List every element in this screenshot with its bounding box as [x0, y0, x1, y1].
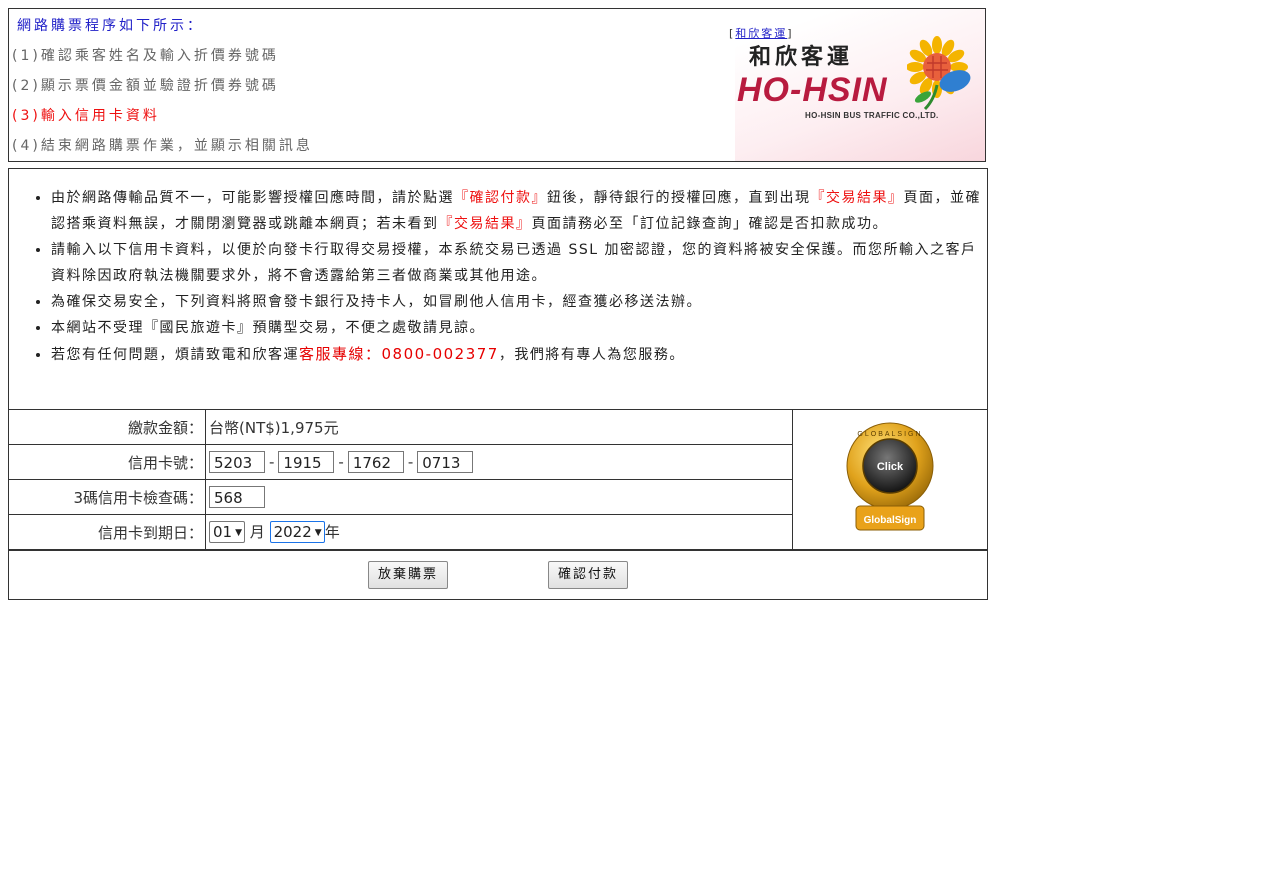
- chevron-down-icon: ▼: [314, 528, 322, 539]
- card-number-part-4[interactable]: 0713: [417, 451, 474, 473]
- amount-row: 繳款金額： 台幣(NT$)1,975元 GLOBALSIGN Click Glo…: [9, 409, 987, 550]
- seal-ring-text: GLOBALSIGN: [857, 431, 922, 438]
- payment-table: 繳款金額： 台幣(NT$)1,975元 GLOBALSIGN Click Glo…: [9, 409, 987, 550]
- year-unit: 年: [324, 522, 340, 541]
- card-number-label: 信用卡號：: [9, 444, 206, 480]
- amount-label: 繳款金額：: [9, 409, 206, 445]
- amount-value: 台幣(NT$)1,975元: [205, 409, 793, 445]
- notice-fraud: 為確保交易安全，下列資料將照會發卡銀行及持卡人，如冒刷他人信用卡，經查獲必移送法…: [51, 289, 983, 315]
- notice-travel-card: 本網站不受理『國民旅遊卡』預購型交易，不便之處敬請見諒。: [51, 315, 983, 341]
- seal-brand-text: GlobalSign: [864, 515, 917, 526]
- step-3-current: (3)輸入信用卡資料: [12, 108, 160, 124]
- company-logo: [和欣客運] 和欣客運 HO-HSIN HO-HSIN BUS TRAFFIC …: [729, 9, 985, 161]
- globalsign-seal-icon[interactable]: GLOBALSIGN Click GlobalSign: [842, 422, 938, 534]
- notice-list: 由於網路傳輸品質不一，可能影響授權回應時間，請於點選『確認付款』鈕後，靜待銀行的…: [9, 185, 983, 368]
- step-1: (1)確認乘客姓名及輸入折價券號碼: [12, 48, 279, 64]
- cvv-input[interactable]: 568: [209, 486, 265, 508]
- card-number-part-3[interactable]: 1762: [347, 451, 404, 473]
- action-buttons: 放棄購票 確認付款: [9, 550, 987, 601]
- cancel-purchase-button[interactable]: 放棄購票: [368, 561, 448, 589]
- sunflower-icon: [907, 36, 971, 111]
- step-4: (4)結束網路購票作業，並顯示相關訊息: [12, 138, 313, 154]
- security-seal-cell: GLOBALSIGN Click GlobalSign: [792, 409, 987, 550]
- notice-hotline: 若您有任何問題，煩請致電和欣客運客服專線：0800-002377，我們將有專人為…: [51, 341, 983, 368]
- purchase-steps: 網路購票程序如下所示： (1)確認乘客姓名及輸入折價券號碼 (2)顯示票價金額並…: [12, 15, 313, 161]
- logo-name-zh: 和欣客運: [749, 44, 854, 70]
- logo-name-en: HO-HSIN: [737, 71, 888, 109]
- chevron-down-icon: ▼: [235, 528, 243, 539]
- steps-title: 網路購票程序如下所示：: [17, 18, 204, 34]
- notice-auth-wait: 由於網路傳輸品質不一，可能影響授權回應時間，請於點選『確認付款』鈕後，靜待銀行的…: [51, 185, 983, 237]
- month-unit: 月: [249, 522, 265, 541]
- payment-panel: 由於網路傳輸品質不一，可能影響授權回應時間，請於點選『確認付款』鈕後，靜待銀行的…: [8, 168, 988, 600]
- expiry-month-select[interactable]: 01 ▼: [209, 521, 246, 544]
- purchase-steps-panel: 網路購票程序如下所示： (1)確認乘客姓名及輸入折價券號碼 (2)顯示票價金額並…: [8, 8, 986, 162]
- confirm-payment-button[interactable]: 確認付款: [548, 561, 628, 589]
- card-number-part-1[interactable]: 5203: [209, 451, 265, 473]
- expiry-label: 信用卡到期日：: [9, 514, 206, 550]
- notice-ssl: 請輸入以下信用卡資料，以便於向發卡行取得交易授權，本系統交易已透過 SSL 加密…: [51, 237, 983, 289]
- cvv-label: 3碼信用卡檢查碼：: [9, 479, 206, 515]
- expiry-year-select[interactable]: 2022 ▼: [269, 521, 325, 544]
- card-number-part-2[interactable]: 1915: [278, 451, 335, 473]
- hotline-number: 客服專線：0800-002377: [299, 345, 499, 363]
- seal-click-text: Click: [877, 461, 904, 473]
- credit-card-form: 繳款金額： 台幣(NT$)1,975元 GLOBALSIGN Click Glo…: [9, 409, 987, 601]
- step-2: (2)顯示票價金額並驗證折價券號碼: [12, 78, 279, 94]
